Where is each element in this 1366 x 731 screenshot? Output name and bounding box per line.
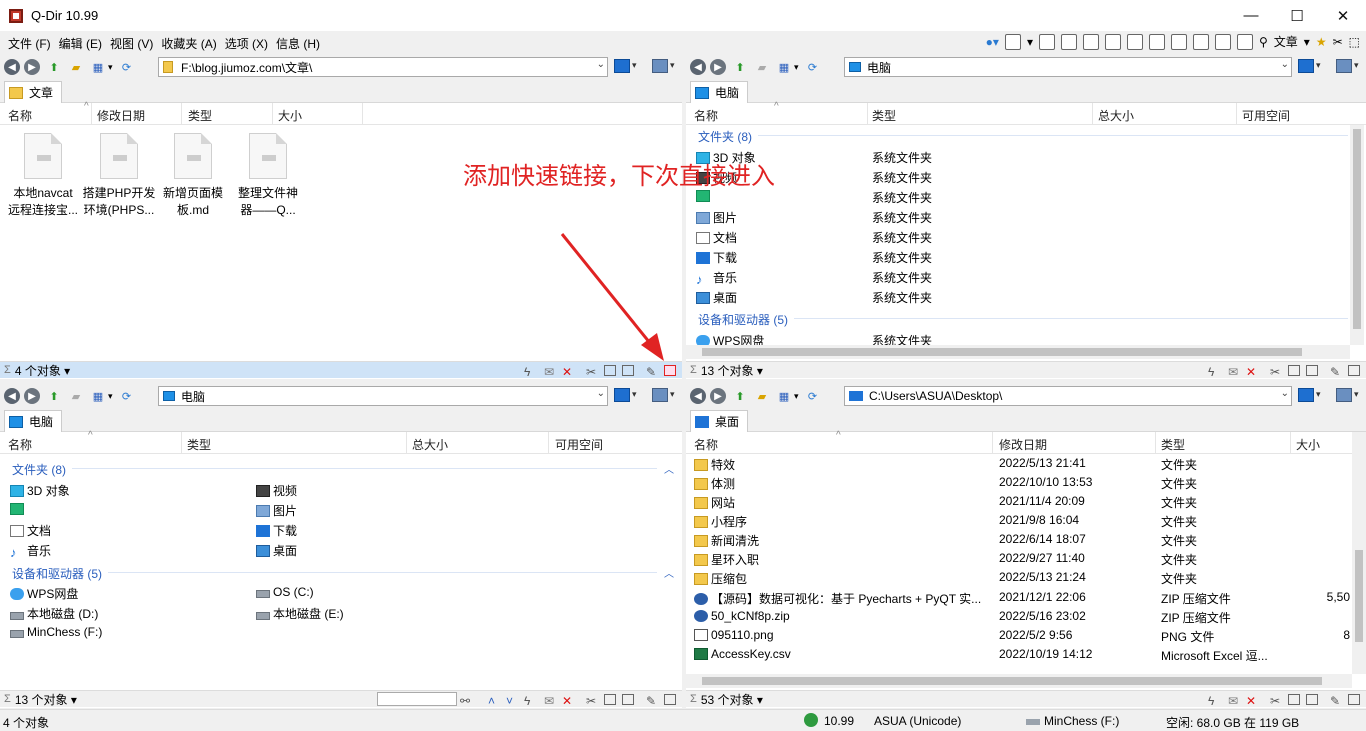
status-user: ASUA (Unicode) bbox=[874, 714, 962, 728]
version-icon bbox=[804, 713, 818, 727]
status-drive: MinChess (F:) bbox=[1044, 714, 1120, 728]
drive-icon bbox=[1026, 719, 1040, 725]
app-status-bar: 4 个对象 10.99 ASUA (Unicode) MinChess (F:)… bbox=[0, 709, 1366, 731]
annotation-arrow bbox=[560, 233, 664, 361]
status-free-space: 空闲: 68.0 GB 在 119 GB bbox=[1166, 716, 1300, 730]
status-version: 10.99 bbox=[824, 714, 855, 728]
status-count: 4 个对象 bbox=[3, 716, 50, 730]
